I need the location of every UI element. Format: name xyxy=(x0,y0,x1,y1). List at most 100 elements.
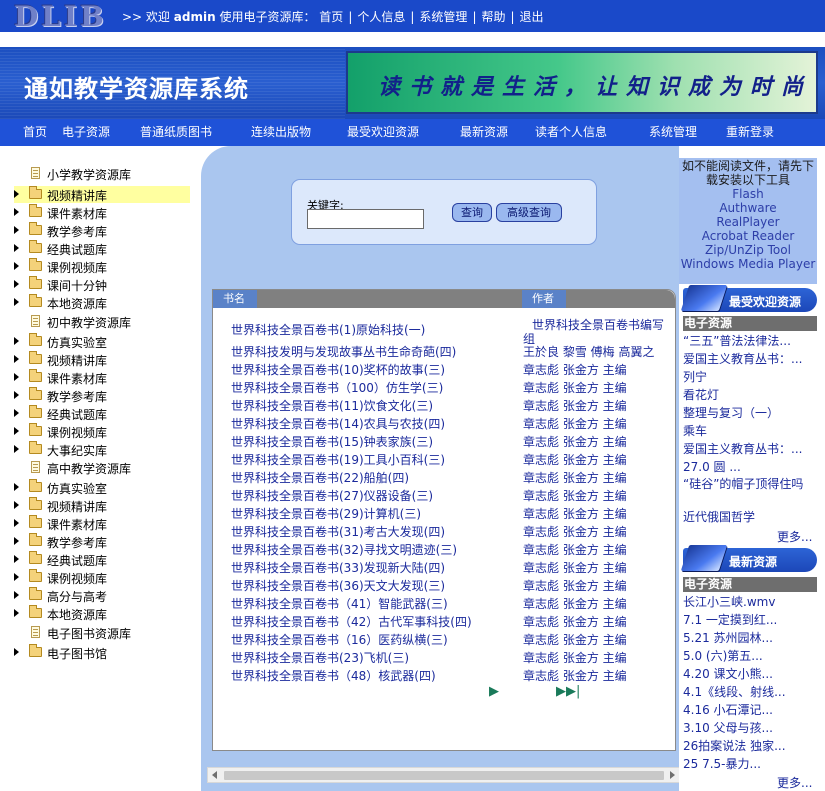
newest-item[interactable]: 5.0 (六)第五... xyxy=(683,647,821,665)
tree-item[interactable]: 电子图书资源库 xyxy=(14,624,190,641)
book-title-link[interactable]: 世界科技全景百卷书(14)农具与农技(四) xyxy=(231,415,445,432)
tree-item[interactable]: 视频精讲库 xyxy=(14,351,190,368)
header-link-logout[interactable]: 退出 xyxy=(520,10,544,24)
tree-item[interactable]: 课例视频库 xyxy=(14,258,190,275)
newest-item[interactable]: 长江小三峡.wmv xyxy=(683,593,821,611)
popular-item[interactable]: 乘车 xyxy=(683,422,821,440)
tree-item[interactable]: 经典试题库 xyxy=(14,405,190,422)
book-title-link[interactable]: 世界科技全景百卷书(1)原始科技(一) xyxy=(231,321,425,338)
keyword-input[interactable] xyxy=(307,209,424,229)
popular-item[interactable]: 看花灯 xyxy=(683,386,821,404)
popular-item[interactable]: 近代俄国哲学 xyxy=(683,508,821,526)
tree-item[interactable]: 课例视频库 xyxy=(14,569,190,586)
tree-item[interactable]: 高中教学资源库 xyxy=(14,459,190,476)
popular-more-link[interactable]: 更多... xyxy=(777,528,812,545)
expand-arrow-icon[interactable] xyxy=(14,409,19,417)
header-link-home[interactable]: 首页 xyxy=(319,10,343,24)
newest-item[interactable]: 7.1 一定摸到红... xyxy=(683,611,821,629)
tree-item[interactable]: 课件素材库 xyxy=(14,515,190,532)
expand-arrow-icon[interactable] xyxy=(14,373,19,381)
newest-item[interactable]: 3.10 父母与孩... xyxy=(683,719,821,737)
tool-wmp[interactable]: Windows Media Player xyxy=(679,257,817,271)
newest-more-link[interactable]: 更多... xyxy=(777,774,812,791)
scroll-right-icon[interactable] xyxy=(670,771,675,779)
tree-item[interactable]: 经典试题库 xyxy=(14,551,190,568)
tree-item[interactable]: 课件素材库 xyxy=(14,369,190,386)
tree-item[interactable]: 电子图书馆 xyxy=(14,644,190,661)
nav-e-resources[interactable]: 电子资源 xyxy=(62,123,110,140)
book-title-link[interactable]: 世界科技全景百卷书（16）医药纵横(三) xyxy=(231,631,448,648)
nav-reader-info[interactable]: 读者个人信息 xyxy=(535,123,607,140)
last-page-icon[interactable]: ▶▶| xyxy=(556,684,580,699)
popular-item[interactable]: 列宁 xyxy=(683,368,821,386)
nav-admin[interactable]: 系统管理 xyxy=(649,123,697,140)
expand-arrow-icon[interactable] xyxy=(14,555,19,563)
tree-item[interactable]: 教学参考库 xyxy=(14,533,190,550)
tree-item[interactable]: 经典试题库 xyxy=(14,240,190,257)
book-title-link[interactable]: 世界科技全景百卷书(36)天文大发现(三) xyxy=(231,577,445,594)
book-title-link[interactable]: 世界科技全景百卷书(33)发现新大陆(四) xyxy=(231,559,445,576)
nav-paper-books[interactable]: 普通纸质图书 xyxy=(140,123,212,140)
tool-authware[interactable]: Authware xyxy=(679,201,817,215)
expand-arrow-icon[interactable] xyxy=(14,226,19,234)
book-title-link[interactable]: 世界科技全景百卷书（41）智能武器(三) xyxy=(231,595,448,612)
scroll-thumb[interactable] xyxy=(224,771,664,780)
nav-popular[interactable]: 最受欢迎资源 xyxy=(347,123,419,140)
tree-item[interactable]: 大事纪实库 xyxy=(14,441,190,458)
tool-realplayer[interactable]: RealPlayer xyxy=(679,215,817,229)
expand-arrow-icon[interactable] xyxy=(14,355,19,363)
book-title-link[interactable]: 世界科技全景百卷书(32)寻找文明遗迹(三) xyxy=(231,541,457,558)
tree-item[interactable]: 教学参考库 xyxy=(14,387,190,404)
book-title-link[interactable]: 世界科技全景百卷书（48）核武器(四) xyxy=(231,667,436,684)
tool-flash[interactable]: Flash xyxy=(679,187,817,201)
popular-item[interactable]: 爱国主义教育丛书：... xyxy=(683,440,821,458)
header-link-help[interactable]: 帮助 xyxy=(481,10,505,24)
tree-item[interactable]: 仿真实验室 xyxy=(14,479,190,496)
book-title-link[interactable]: 世界科技全景百卷书(10)奖杯的故事(三) xyxy=(231,361,445,378)
expand-arrow-icon[interactable] xyxy=(14,648,19,656)
expand-arrow-icon[interactable] xyxy=(14,190,19,198)
expand-arrow-icon[interactable] xyxy=(14,280,19,288)
horizontal-scrollbar[interactable] xyxy=(207,767,680,783)
nav-relogin[interactable]: 重新登录 xyxy=(726,123,774,140)
expand-arrow-icon[interactable] xyxy=(14,298,19,306)
expand-arrow-icon[interactable] xyxy=(14,427,19,435)
newest-item[interactable]: 5.21 苏州园林... xyxy=(683,629,821,647)
book-title-link[interactable]: 世界科技全景百卷书（100）仿生学(三) xyxy=(231,379,443,396)
next-page-icon[interactable]: ▶ xyxy=(489,684,499,699)
column-header-title[interactable]: 书名 xyxy=(213,290,257,308)
book-title-link[interactable]: 世界科技发明与发现故事丛书生命奇葩(四) xyxy=(231,343,456,360)
newest-item[interactable]: 26拍案说法 独家... xyxy=(683,737,821,755)
tree-item[interactable]: 本地资源库 xyxy=(14,294,190,311)
expand-arrow-icon[interactable] xyxy=(14,519,19,527)
query-button[interactable]: 查询 xyxy=(452,203,492,222)
tree-item[interactable]: 仿真实验室 xyxy=(14,333,190,350)
nav-home[interactable]: 首页 xyxy=(23,123,47,140)
popular-item[interactable]: “硅谷”的帽子顶得住吗 xyxy=(683,476,821,492)
book-title-link[interactable]: 世界科技全景百卷书(29)计算机(三) xyxy=(231,505,421,522)
newest-item[interactable]: 4.16 小石潭记... xyxy=(683,701,821,719)
expand-arrow-icon[interactable] xyxy=(14,244,19,252)
expand-arrow-icon[interactable] xyxy=(14,591,19,599)
advanced-query-button[interactable]: 高级查询 xyxy=(496,203,562,222)
newest-item[interactable]: 25 7.5-暴力... xyxy=(683,755,821,773)
expand-arrow-icon[interactable] xyxy=(14,262,19,270)
tree-item[interactable]: 课间十分钟 xyxy=(14,276,190,293)
tree-item[interactable]: 视频精讲库 xyxy=(14,497,190,514)
book-title-link[interactable]: 世界科技全景百卷书(27)仪器设备(三) xyxy=(231,487,433,504)
scroll-left-icon[interactable] xyxy=(212,771,217,779)
tree-item[interactable]: 初中教学资源库 xyxy=(14,313,190,330)
expand-arrow-icon[interactable] xyxy=(14,483,19,491)
book-title-link[interactable]: 世界科技全景百卷书(23)飞机(三) xyxy=(231,649,409,666)
tree-item[interactable]: 教学参考库 xyxy=(14,222,190,239)
expand-arrow-icon[interactable] xyxy=(14,337,19,345)
book-title-link[interactable]: 世界科技全景百卷书(15)钟表家族(三) xyxy=(231,433,433,450)
expand-arrow-icon[interactable] xyxy=(14,391,19,399)
tree-item[interactable]: 课件素材库 xyxy=(14,204,190,221)
nav-newest[interactable]: 最新资源 xyxy=(460,123,508,140)
newest-item[interactable]: 4.1《线段、射线... xyxy=(683,683,821,701)
tool-acrobat[interactable]: Acrobat Reader xyxy=(679,229,817,243)
header-link-profile[interactable]: 个人信息 xyxy=(357,10,405,24)
book-title-link[interactable]: 世界科技全景百卷书(31)考古大发现(四) xyxy=(231,523,445,540)
column-header-author[interactable]: 作者 xyxy=(522,290,566,308)
